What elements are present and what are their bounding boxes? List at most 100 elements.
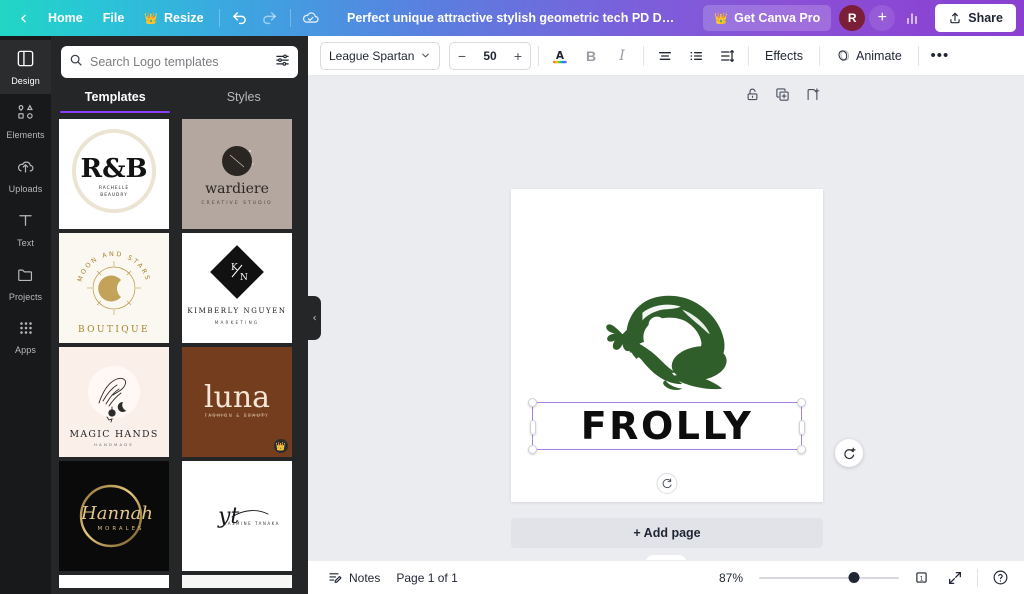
rotate-handle[interactable] — [657, 473, 678, 494]
template-thumbnail[interactable]: MOON AND STARS BOUTIQUE — [59, 233, 169, 343]
plus-icon: + — [514, 48, 522, 64]
add-page-icon — [805, 87, 820, 102]
cloud-saved-button[interactable] — [296, 5, 326, 31]
template-thumbnail[interactable]: MAGIC HANDS HANDMADE — [59, 347, 169, 457]
undo-button[interactable] — [225, 5, 255, 31]
line-spacing-button[interactable] — [713, 42, 741, 70]
resize-handle-right[interactable] — [799, 420, 805, 435]
duplicate-page-button[interactable] — [772, 84, 792, 104]
fullscreen-button[interactable] — [943, 566, 967, 590]
font-size-decrease-button[interactable]: − — [450, 43, 474, 69]
help-icon — [992, 569, 1009, 586]
svg-text:MARKETING: MARKETING — [214, 320, 259, 325]
file-menu-button[interactable]: File — [93, 5, 135, 31]
resize-handle-left[interactable] — [530, 420, 536, 435]
get-canva-pro-button[interactable]: 👑 Get Canva Pro — [703, 5, 831, 31]
tab-templates[interactable]: Templates — [51, 90, 180, 113]
avatar[interactable]: R — [839, 5, 865, 31]
font-size-increase-button[interactable]: + — [506, 43, 530, 69]
page-count-button[interactable]: 1 — [909, 566, 933, 590]
invite-members-button[interactable]: + — [869, 5, 895, 31]
more-options-button[interactable]: ••• — [926, 42, 954, 70]
template-art: yt YASMINE TANAKA — [182, 461, 292, 571]
bold-button[interactable]: B — [577, 42, 605, 70]
search-icon — [69, 53, 83, 72]
template-thumbnail[interactable] — [182, 575, 292, 588]
animate-button[interactable]: Animate — [827, 42, 911, 70]
template-thumbnail[interactable]: yt YASMINE TANAKA — [182, 461, 292, 571]
tab-styles-label: Styles — [227, 90, 261, 104]
add-comment-button[interactable] — [835, 439, 863, 467]
resize-handle-bottom-left[interactable] — [528, 445, 537, 454]
lock-icon — [745, 87, 760, 102]
zoom-slider-thumb[interactable] — [849, 572, 860, 583]
sidebar-item-elements[interactable]: Elements — [0, 94, 51, 148]
tab-styles[interactable]: Styles — [180, 90, 309, 113]
line-spacing-icon — [719, 48, 735, 64]
add-page-button[interactable] — [802, 84, 822, 104]
elements-icon — [16, 103, 35, 127]
add-page-bar[interactable]: + Add page — [511, 518, 823, 548]
sidebar-item-design[interactable]: Design — [0, 40, 51, 94]
resize-handle-top-right[interactable] — [797, 398, 806, 407]
svg-text:wardiere: wardiere — [205, 181, 269, 197]
minus-icon: − — [458, 48, 466, 64]
text-color-button[interactable]: A — [546, 42, 574, 70]
add-comment-icon — [842, 446, 857, 461]
template-art: MAGIC HANDS HANDMADE — [59, 347, 169, 457]
align-center-icon — [657, 48, 673, 64]
resize-label: Resize — [164, 11, 204, 25]
toolbar-divider — [643, 46, 644, 66]
lock-page-button[interactable] — [742, 84, 762, 104]
bullet-list-button[interactable] — [682, 42, 710, 70]
notes-button[interactable]: Notes — [320, 565, 388, 591]
sidebar-item-uploads[interactable]: Uploads — [0, 148, 51, 202]
tab-templates-label: Templates — [85, 90, 146, 104]
search-area — [51, 36, 308, 78]
sidebar-item-apps[interactable]: Apps — [0, 310, 51, 364]
frog-logo-graphic[interactable] — [591, 279, 746, 394]
template-thumbnail[interactable]: luna FASHION & BEAUTY 👑 — [182, 347, 292, 457]
templates-panel: Templates Styles R&B RACHELLE BEAUDRY — [51, 36, 308, 594]
panel-collapse-handle[interactable] — [308, 296, 321, 340]
avatar-initial: R — [848, 11, 857, 25]
home-button[interactable]: Home — [38, 5, 93, 31]
resize-button[interactable]: 👑 Resize — [134, 5, 213, 31]
sidebar-item-label: Apps — [15, 345, 36, 355]
help-button[interactable] — [988, 566, 1012, 590]
search-input[interactable] — [83, 55, 275, 69]
italic-button[interactable]: I — [608, 42, 636, 70]
effects-button[interactable]: Effects — [756, 42, 812, 70]
font-family-select[interactable]: League Spartan — [320, 42, 440, 70]
zoom-level-label: 87% — [719, 571, 749, 585]
page-count-icon: 1 — [913, 569, 930, 586]
design-page[interactable]: FROLLY — [511, 189, 823, 502]
insights-button[interactable] — [897, 5, 927, 31]
sidebar-item-text[interactable]: Text — [0, 202, 51, 256]
canvas-area[interactable]: FROLLY + Add page — [308, 76, 1024, 571]
back-button[interactable] — [8, 5, 38, 31]
resize-handle-top-left[interactable] — [528, 398, 537, 407]
template-thumbnail[interactable]: K N KIMBERLY NGUYEN MARKETING — [182, 233, 292, 343]
search-box[interactable] — [61, 46, 298, 78]
template-thumbnail[interactable] — [59, 575, 169, 588]
svg-text:RACHELLE: RACHELLE — [99, 185, 129, 191]
zoom-slider[interactable] — [759, 571, 899, 585]
font-size-input[interactable] — [474, 49, 506, 63]
top-bar: Home File 👑 Resize Perfect unique attrac — [0, 0, 1024, 36]
share-button[interactable]: Share — [935, 4, 1016, 32]
logo-text[interactable]: FROLLY — [581, 407, 754, 445]
text-element-selection[interactable]: FROLLY — [532, 402, 802, 450]
resize-handle-bottom-right[interactable] — [797, 445, 806, 454]
filter-sliders-icon[interactable] — [275, 52, 290, 72]
template-thumbnail[interactable]: Hannah MORALES — [59, 461, 169, 571]
template-thumbnail[interactable]: wardiere CREATIVE STUDIO — [182, 119, 292, 229]
animate-icon — [836, 48, 851, 63]
toolbar-divider-2 — [290, 9, 291, 27]
sidebar-item-projects[interactable]: Projects — [0, 256, 51, 310]
top-bar-left-group: Home File 👑 Resize — [0, 0, 326, 36]
template-thumbnail[interactable]: R&B RACHELLE BEAUDRY — [59, 119, 169, 229]
redo-button[interactable] — [255, 5, 285, 31]
text-align-button[interactable] — [651, 42, 679, 70]
toolbar-divider — [748, 46, 749, 66]
